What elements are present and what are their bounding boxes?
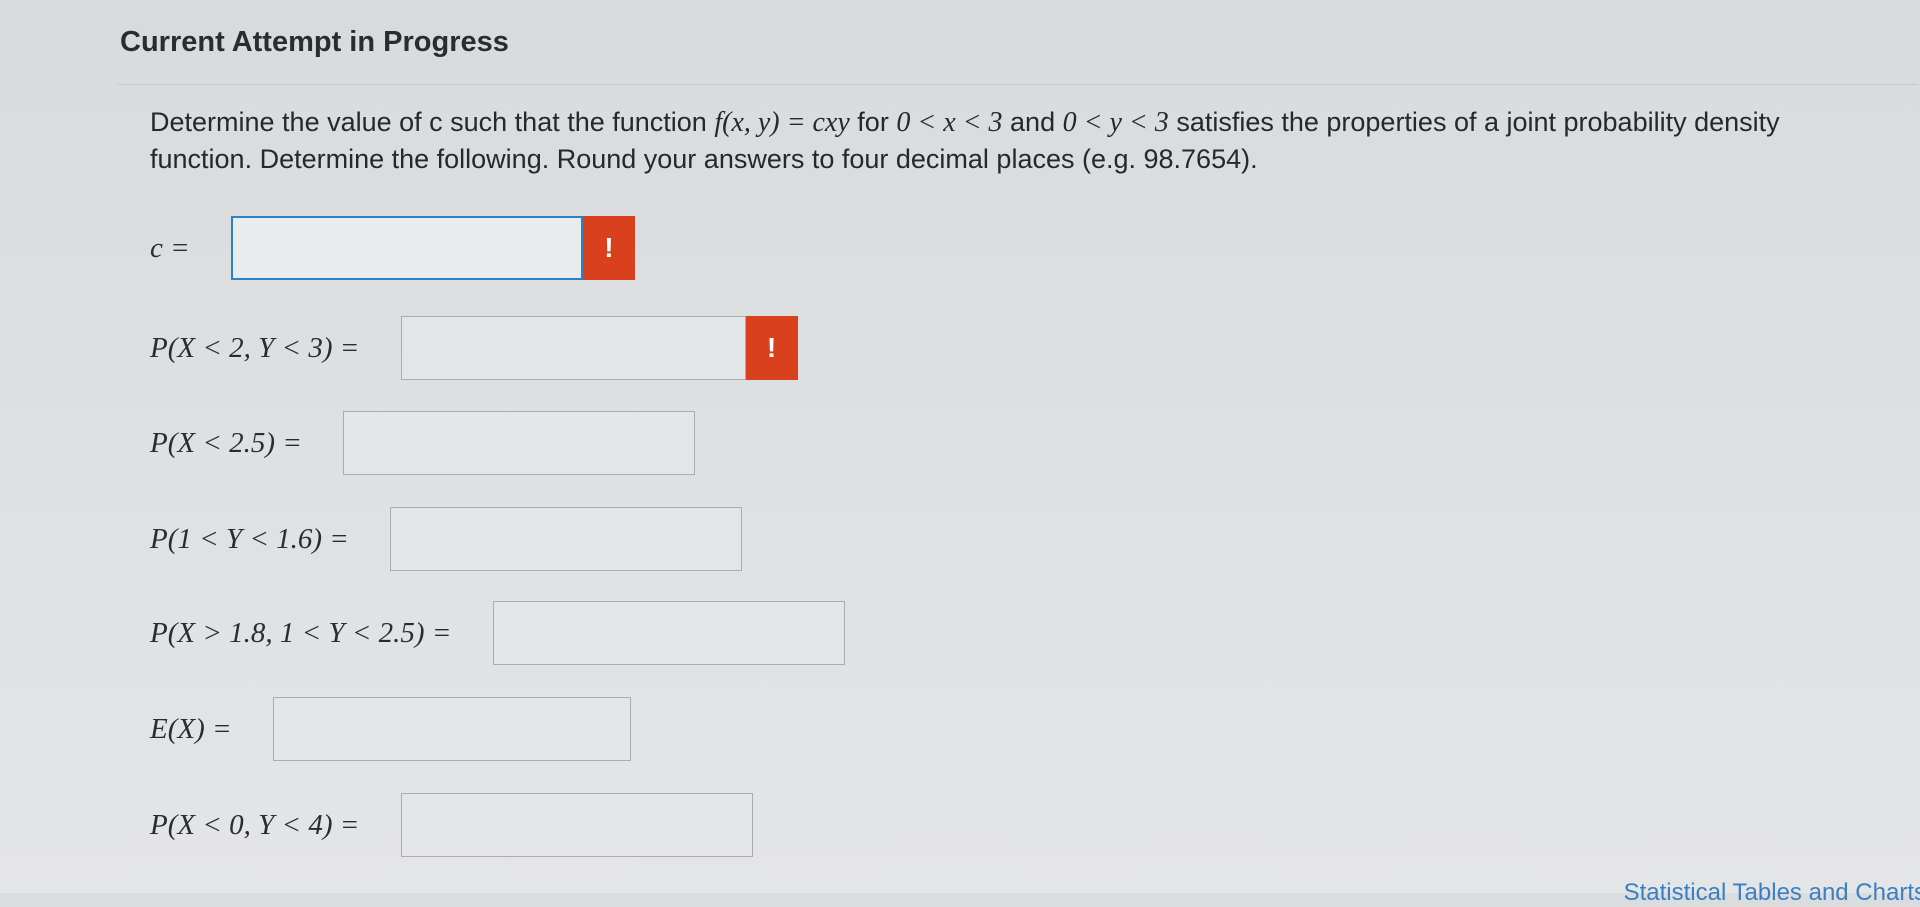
question-label-e-x: E(X) = bbox=[150, 712, 239, 745]
question-label-p-x-lt-2-y-lt-3: P(X < 2, Y < 3) = bbox=[150, 331, 367, 364]
problem-statement: Determine the value of c such that the f… bbox=[150, 104, 1850, 177]
alert-icon: ! bbox=[745, 316, 798, 380]
header-divider bbox=[118, 84, 1918, 85]
question-row-p-x-lt-2-5: P(X < 2.5) = bbox=[150, 411, 696, 475]
alert-icon: ! bbox=[582, 216, 635, 280]
page-title: Current Attempt in Progress bbox=[120, 26, 509, 58]
question-row-c: c = ! bbox=[150, 216, 635, 280]
question-panel: Current Attempt in Progress Determine th… bbox=[0, 0, 1920, 906]
question-label-p-x-lt-0-y-lt-4: P(X < 0, Y < 4) = bbox=[150, 808, 367, 841]
question-row-p-x-lt-0-y-lt-4: P(X < 0, Y < 4) = bbox=[150, 793, 753, 857]
answer-input-p-1-lt-y-lt-1-6[interactable] bbox=[390, 507, 743, 571]
question-label-p-1-lt-y-lt-1-6: P(1 < Y < 1.6) = bbox=[150, 522, 357, 555]
question-row-p-x-gt-1-8-range: P(X > 1.8, 1 < Y < 2.5) = bbox=[150, 601, 845, 665]
answer-input-p-x-lt-0-y-lt-4[interactable] bbox=[400, 793, 753, 857]
question-label-c: c = bbox=[150, 231, 197, 264]
problem-text-2: for bbox=[849, 107, 897, 137]
answer-input-p-x-lt-2-y-lt-3[interactable] bbox=[400, 316, 746, 380]
answer-input-p-x-lt-2-5[interactable] bbox=[343, 411, 696, 475]
question-label-p-x-gt-1-8-range: P(X > 1.8, 1 < Y < 2.5) = bbox=[150, 616, 459, 649]
function-formula: f(x, y) = cxy bbox=[714, 107, 850, 138]
answer-input-c[interactable] bbox=[230, 216, 583, 280]
question-row-p-1-lt-y-lt-1-6: P(1 < Y < 1.6) = bbox=[150, 507, 743, 571]
x-range: 0 < x < 3 bbox=[896, 107, 1003, 138]
question-row-p-x-lt-2-y-lt-3: P(X < 2, Y < 3) = ! bbox=[150, 316, 798, 380]
question-row-e-x: E(X) = bbox=[150, 697, 631, 761]
statistical-tables-link[interactable]: Statistical Tables and Charts bbox=[1624, 879, 1920, 907]
answer-input-p-x-gt-1-8-range[interactable] bbox=[492, 601, 845, 665]
problem-text-3: and bbox=[1002, 107, 1063, 137]
problem-text-1: Determine the value of c such that the f… bbox=[150, 107, 715, 137]
answer-input-e-x[interactable] bbox=[272, 697, 631, 761]
question-label-p-x-lt-2-5: P(X < 2.5) = bbox=[150, 426, 310, 459]
y-range: 0 < y < 3 bbox=[1062, 107, 1169, 138]
